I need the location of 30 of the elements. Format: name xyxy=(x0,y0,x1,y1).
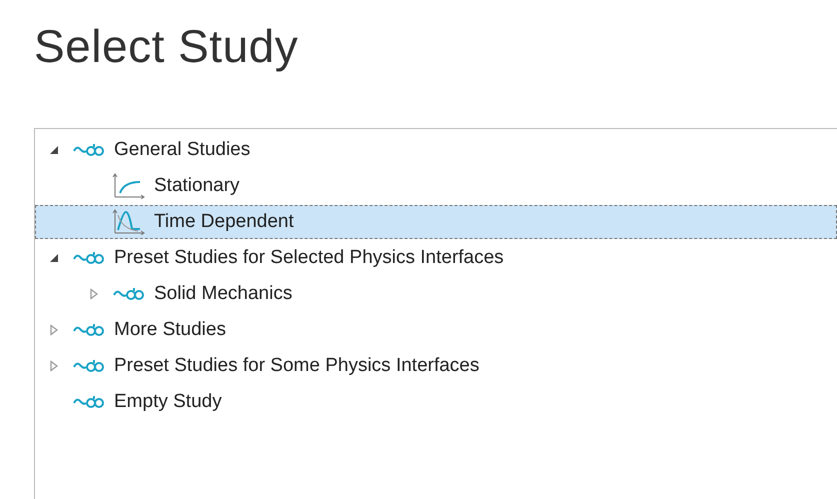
tree-item[interactable]: General Studies xyxy=(35,133,837,167)
collapse-arrow-icon[interactable] xyxy=(48,144,60,156)
tree-item[interactable]: Preset Studies for Some Physics Interfaces xyxy=(35,349,837,383)
tree-item[interactable]: Solid Mechanics xyxy=(35,277,837,311)
peak-plot-icon xyxy=(112,209,146,235)
study-icon xyxy=(72,394,106,410)
tree-item-label: More Studies xyxy=(114,319,226,341)
tree-item-label: General Studies xyxy=(114,139,250,161)
study-icon xyxy=(72,358,106,374)
tree-item[interactable]: Preset Studies for Selected Physics Interfaces xyxy=(35,241,837,275)
study-icon xyxy=(72,250,106,266)
tree-item[interactable]: Stationary xyxy=(35,169,837,203)
expand-arrow-icon[interactable] xyxy=(48,324,60,336)
expand-arrow-icon[interactable] xyxy=(48,360,60,372)
tree-item-label: Stationary xyxy=(154,175,240,197)
tree-item-label: Empty Study xyxy=(114,391,222,413)
collapse-arrow-icon[interactable] xyxy=(48,252,60,264)
expand-arrow-icon[interactable] xyxy=(88,288,100,300)
tree-item-label: Time Dependent xyxy=(154,211,294,233)
tree-item-label: Preset Studies for Selected Physics Interfaces xyxy=(114,247,504,269)
tree-item-label: Solid Mechanics xyxy=(154,283,292,305)
tree-item[interactable]: Time Dependent xyxy=(35,205,837,239)
tree-item[interactable]: Empty Study xyxy=(35,385,837,419)
study-icon xyxy=(112,286,146,302)
page-title: Select Study xyxy=(34,19,300,74)
curve-plot-icon xyxy=(112,173,146,199)
tree-item-label: Preset Studies for Some Physics Interfaces xyxy=(114,355,480,377)
tree-item[interactable]: More Studies xyxy=(35,313,837,347)
study-icon xyxy=(72,142,106,158)
study-icon xyxy=(72,322,106,338)
